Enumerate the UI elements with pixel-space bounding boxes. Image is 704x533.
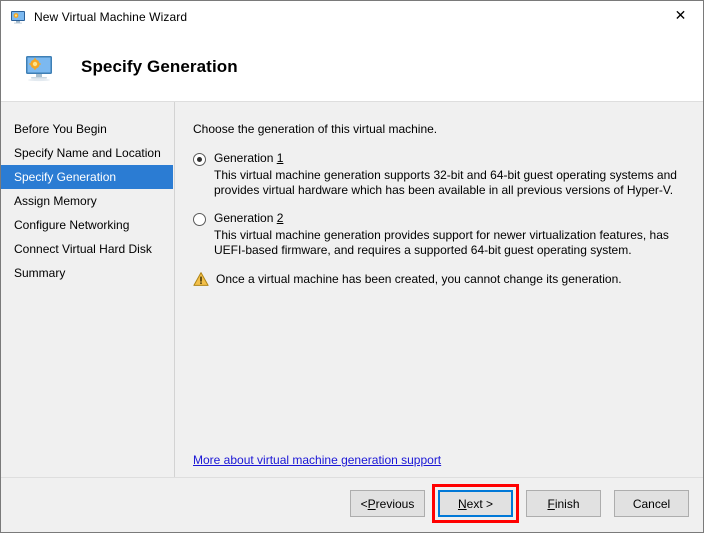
close-button[interactable]: ✕ — [658, 1, 703, 31]
title-bar: New Virtual Machine Wizard ✕ — [1, 1, 703, 32]
sidebar-item-assign-memory[interactable]: Assign Memory — [1, 189, 174, 213]
previous-button-accel: P — [368, 497, 376, 511]
generation-1-label[interactable]: Generation 1 — [214, 151, 283, 165]
more-link-container: More about virtual machine generation su… — [193, 451, 441, 469]
sidebar-item-connect-virtual-hard-disk[interactable]: Connect Virtual Hard Disk — [1, 237, 174, 261]
generation-1-label-accel: 1 — [277, 151, 284, 165]
page-title: Specify Generation — [81, 57, 238, 77]
more-about-generation-support-link[interactable]: More about virtual machine generation su… — [193, 453, 441, 467]
cancel-button-label: Cancel — [633, 497, 670, 511]
next-button-container: Next > — [438, 490, 513, 517]
next-button-accel: N — [458, 497, 467, 511]
next-button-suffix: ext > — [467, 497, 493, 511]
sidebar-item-summary[interactable]: Summary — [1, 261, 174, 285]
previous-button-prefix: < — [361, 497, 368, 511]
header-band: Specify Generation — [1, 32, 703, 102]
sidebar-item-before-you-begin[interactable]: Before You Begin — [1, 117, 174, 141]
finish-button-suffix: inish — [555, 497, 580, 511]
generation-2-label[interactable]: Generation 2 — [214, 211, 283, 225]
sidebar-item-configure-networking[interactable]: Configure Networking — [1, 213, 174, 237]
cancel-button[interactable]: Cancel — [614, 490, 689, 517]
content-intro-text: Choose the generation of this virtual ma… — [193, 122, 687, 136]
footer-button-group: < Previous Next > Finish Cancel — [350, 490, 689, 517]
wizard-step-sidebar: Before You Begin Specify Name and Locati… — [1, 102, 175, 477]
virtual-machine-monitor-icon — [10, 9, 26, 25]
sidebar-item-specify-name-and-location[interactable]: Specify Name and Location — [1, 141, 174, 165]
generation-2-label-prefix: Generation — [214, 211, 277, 225]
window-title: New Virtual Machine Wizard — [34, 10, 187, 24]
generation-2-radio[interactable] — [193, 213, 206, 226]
generation-2-row[interactable]: Generation 2 — [193, 211, 687, 226]
close-icon: ✕ — [675, 9, 687, 23]
finish-button-accel: F — [547, 497, 554, 511]
body-area: Before You Begin Specify Name and Locati… — [1, 102, 703, 477]
footer-bar: < Previous Next > Finish Cancel — [1, 477, 703, 532]
content-pane: Choose the generation of this virtual ma… — [176, 102, 703, 477]
generation-1-label-prefix: Generation — [214, 151, 277, 165]
generation-2-option-block: Generation 2 This virtual machine genera… — [193, 211, 687, 258]
new-virtual-machine-wizard-window: New Virtual Machine Wizard ✕ — [0, 0, 704, 533]
generation-2-label-accel: 2 — [277, 211, 284, 225]
generation-2-description: This virtual machine generation provides… — [214, 228, 687, 258]
next-button[interactable]: Next > — [438, 490, 513, 517]
virtual-machine-monitor-icon — [23, 51, 55, 83]
generation-warning-text: Once a virtual machine has been created,… — [216, 271, 622, 287]
previous-button[interactable]: < Previous — [350, 490, 425, 517]
generation-1-option-block: Generation 1 This virtual machine genera… — [193, 151, 687, 198]
previous-button-suffix: revious — [376, 497, 415, 511]
finish-button[interactable]: Finish — [526, 490, 601, 517]
generation-1-description: This virtual machine generation supports… — [214, 168, 687, 198]
warning-triangle-icon — [193, 271, 209, 287]
generation-1-row[interactable]: Generation 1 — [193, 151, 687, 166]
sidebar-item-specify-generation[interactable]: Specify Generation — [1, 165, 173, 189]
generation-warning: Once a virtual machine has been created,… — [193, 271, 687, 287]
generation-1-radio[interactable] — [193, 153, 206, 166]
